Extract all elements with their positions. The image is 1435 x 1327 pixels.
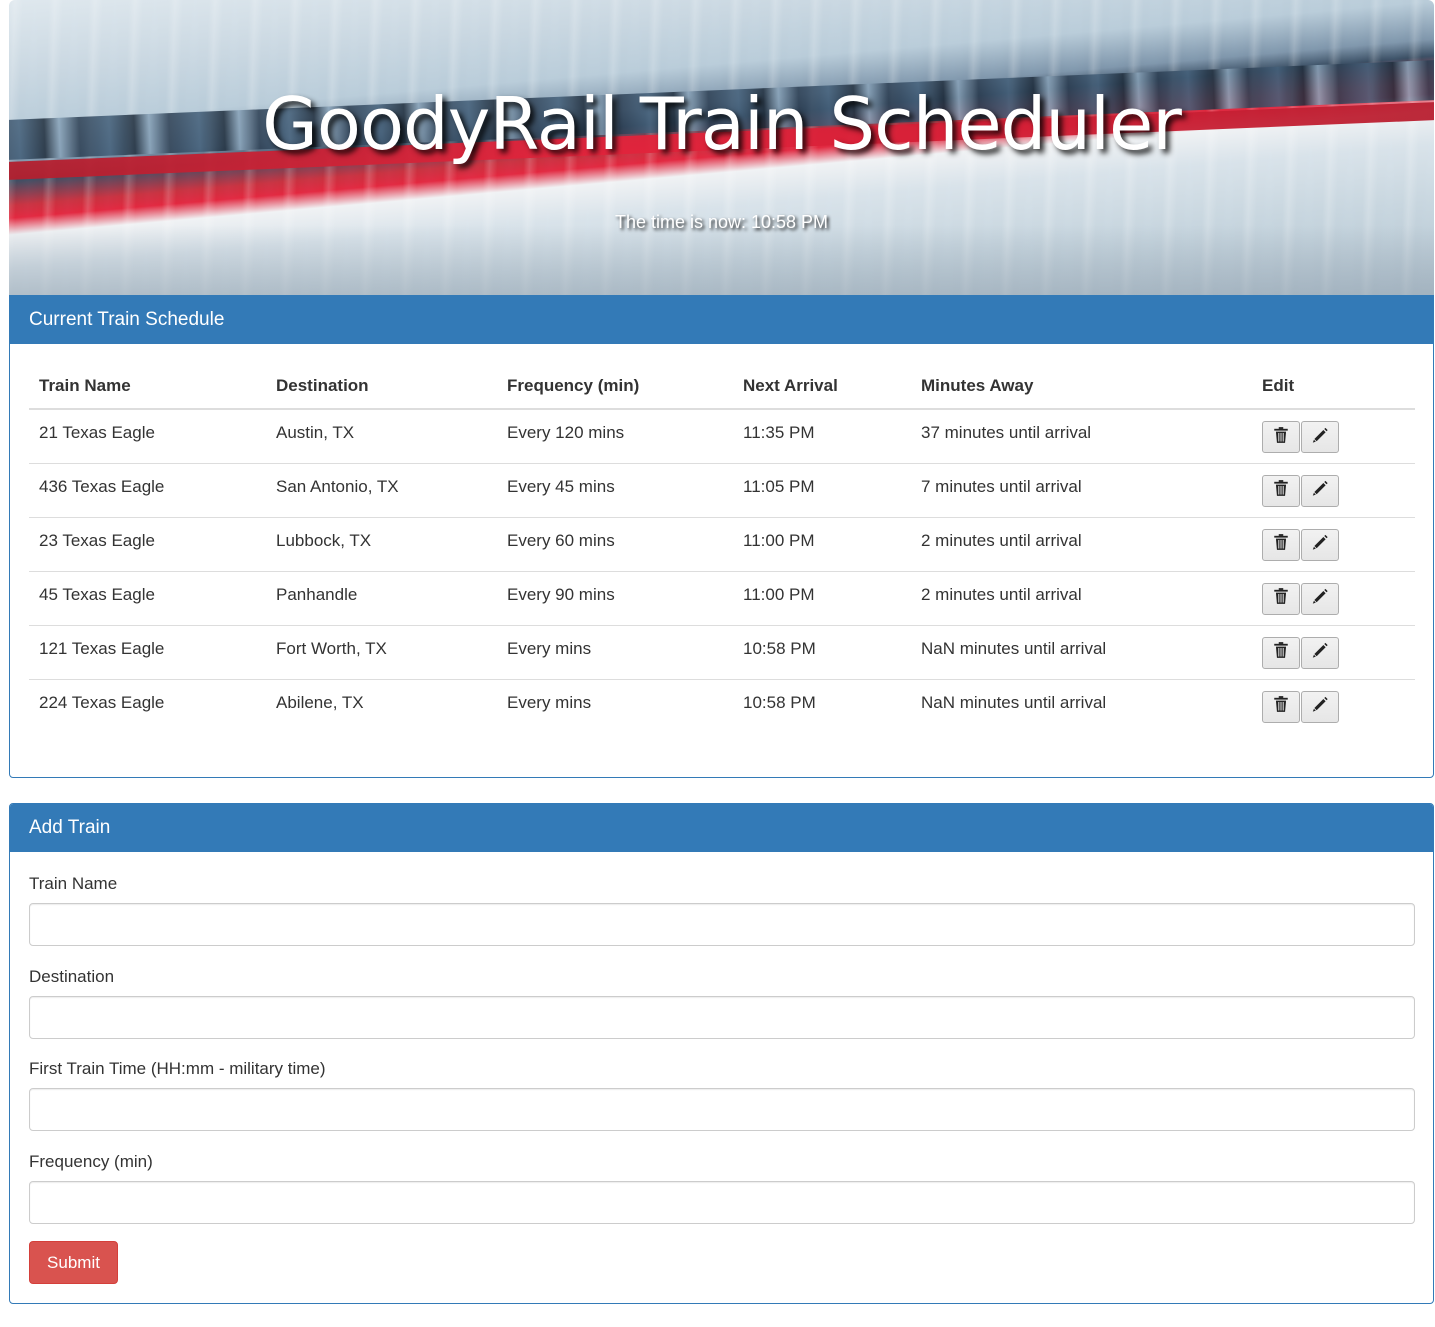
edit-button[interactable] <box>1301 474 1339 507</box>
minutes-away-cell: 2 minutes until arrival <box>911 516 1252 571</box>
destination-label: Destination <box>29 967 115 986</box>
destination-cell: San Antonio, TX <box>266 462 497 517</box>
frequency-input[interactable] <box>29 1181 1415 1224</box>
next-arrival-cell: 11:00 PM <box>733 516 911 571</box>
train-name-cell: 45 Texas Eagle <box>29 570 266 625</box>
pencil-icon <box>1311 426 1329 449</box>
trash-icon <box>1272 533 1290 556</box>
table-row: 45 Texas Eagle Panhandle Every 90 mins 11:0… <box>29 570 1415 625</box>
column-header-frequency: Frequency (min) <box>497 363 733 410</box>
delete-button[interactable] <box>1262 690 1300 723</box>
destination-cell: Lubbock, TX <box>266 516 497 571</box>
minutes-away-cell: 7 minutes until arrival <box>911 462 1252 517</box>
frequency-label: Frequency (min) <box>29 1152 153 1171</box>
hero-banner: GoodyRail Train Scheduler The time is no… <box>9 0 1434 295</box>
schedule-panel: Current Train Schedule Train Name Destin… <box>9 295 1434 778</box>
destination-group: Destination <box>29 967 1415 1039</box>
frequency-group: Frequency (min) <box>29 1152 1415 1224</box>
delete-button[interactable] <box>1262 636 1300 669</box>
next-arrival-cell: 10:58 PM <box>733 678 911 733</box>
pencil-icon <box>1311 641 1329 664</box>
table-header-row: Train Name Destination Frequency (min) N… <box>29 363 1415 410</box>
table-row: 21 Texas Eagle Austin, TX Every 120 mins 11… <box>29 409 1415 463</box>
minutes-away-cell: NaN minutes until arrival <box>911 678 1252 733</box>
next-arrival-cell: 11:00 PM <box>733 570 911 625</box>
table-row: 436 Texas Eagle San Antonio, TX Every 45 m… <box>29 462 1415 517</box>
edit-button[interactable] <box>1301 636 1339 669</box>
trash-icon <box>1272 426 1290 449</box>
train-name-cell: 23 Texas Eagle <box>29 516 266 571</box>
column-header-edit: Edit <box>1252 363 1415 410</box>
first-train-time-label: First Train Time (HH:mm - military time) <box>29 1059 326 1078</box>
edit-button[interactable] <box>1301 528 1339 561</box>
next-arrival-cell: 10:58 PM <box>733 624 911 679</box>
table-row: 23 Texas Eagle Lubbock, TX Every 60 mins 11… <box>29 516 1415 571</box>
pencil-icon <box>1311 533 1329 556</box>
destination-cell: Fort Worth, TX <box>266 624 497 679</box>
frequency-cell: Every mins <box>497 624 733 679</box>
column-header-minutes-away: Minutes Away <box>911 363 1252 410</box>
column-header-destination: Destination <box>266 363 497 410</box>
delete-button[interactable] <box>1262 421 1300 453</box>
edit-cell <box>1252 462 1415 517</box>
page-title: GoodyRail Train Scheduler <box>262 82 1182 166</box>
edit-cell <box>1252 624 1415 679</box>
add-train-panel-heading: Add Train <box>10 804 1433 852</box>
column-header-next-arrival: Next Arrival <box>733 363 911 410</box>
pencil-icon <box>1311 587 1329 610</box>
delete-button[interactable] <box>1262 582 1300 615</box>
trash-icon <box>1272 587 1290 610</box>
current-time-text: The time is now: 10:58 PM <box>614 212 829 232</box>
column-header-train-name: Train Name <box>29 363 266 410</box>
add-train-panel: Add Train Train Name Destination First T… <box>9 803 1434 1304</box>
first-train-time-input[interactable] <box>29 1088 1415 1131</box>
destination-cell: Panhandle <box>266 570 497 625</box>
delete-button[interactable] <box>1262 528 1300 561</box>
frequency-cell: Every 45 mins <box>497 462 733 517</box>
trash-icon <box>1272 641 1290 664</box>
frequency-cell: Every 90 mins <box>497 570 733 625</box>
delete-button[interactable] <box>1262 474 1300 507</box>
train-name-cell: 224 Texas Eagle <box>29 678 266 733</box>
minutes-away-cell: 2 minutes until arrival <box>911 570 1252 625</box>
table-row: 121 Texas Eagle Fort Worth, TX Every mins 1… <box>29 624 1415 679</box>
schedule-panel-heading: Current Train Schedule <box>10 296 1433 344</box>
train-name-cell: 121 Texas Eagle <box>29 624 266 679</box>
edit-cell <box>1252 409 1415 463</box>
frequency-cell: Every mins <box>497 678 733 733</box>
minutes-away-cell: 37 minutes until arrival <box>921 423 1092 442</box>
next-arrival-cell: 11:05 PM <box>733 462 911 517</box>
destination-cell: Austin, TX <box>276 423 355 442</box>
train-name-group: Train Name <box>29 874 1415 946</box>
minutes-away-cell: NaN minutes until arrival <box>911 624 1252 679</box>
train-name-input[interactable] <box>29 903 1415 946</box>
trash-icon <box>1272 695 1290 718</box>
destination-cell: Abilene, TX <box>266 678 497 733</box>
frequency-cell: Every 120 mins <box>507 423 625 442</box>
train-name-label: Train Name <box>29 874 118 893</box>
edit-button[interactable] <box>1301 421 1339 453</box>
first-train-time-group: First Train Time (HH:mm - military time) <box>29 1059 1415 1131</box>
train-name-cell: 436 Texas Eagle <box>29 462 266 517</box>
edit-button[interactable] <box>1301 690 1339 723</box>
edit-cell <box>1252 516 1415 571</box>
frequency-cell: Every 60 mins <box>497 516 733 571</box>
edit-cell <box>1252 570 1415 625</box>
schedule-table: Train Name Destination Frequency (min) N… <box>29 363 1415 733</box>
train-name-cell: 21 Texas Eagle <box>39 423 155 442</box>
destination-input[interactable] <box>29 996 1415 1039</box>
table-row: 224 Texas Eagle Abilene, TX Every mins 10:5… <box>29 678 1415 733</box>
edit-button[interactable] <box>1301 582 1339 615</box>
next-arrival-cell: 11:35 PM <box>743 423 815 442</box>
trash-icon <box>1272 479 1290 502</box>
submit-button[interactable]: Submit <box>29 1241 118 1284</box>
pencil-icon <box>1311 695 1329 718</box>
pencil-icon <box>1311 479 1329 502</box>
edit-cell <box>1252 678 1415 733</box>
